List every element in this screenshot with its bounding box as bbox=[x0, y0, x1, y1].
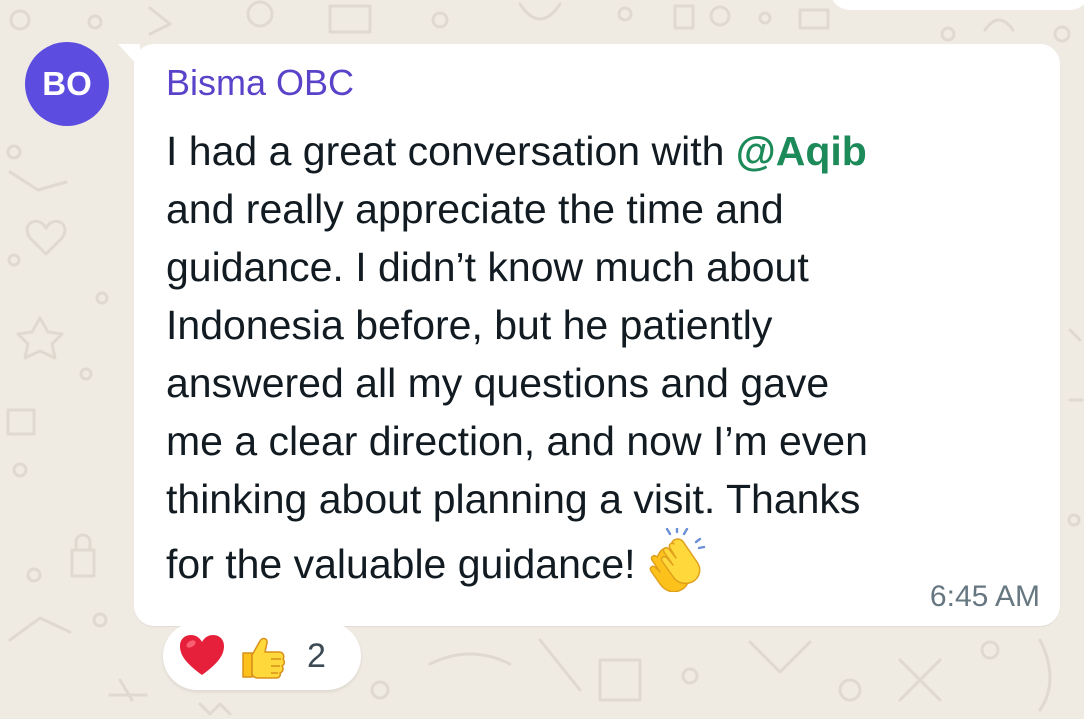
clapping-hands-icon bbox=[649, 528, 705, 592]
message-text: I had a great conversation with @Aqib an… bbox=[166, 122, 1036, 593]
message-line-8: for the valuable guidance! bbox=[166, 528, 1036, 593]
mention-link[interactable]: @Aqib bbox=[736, 128, 867, 174]
avatar-initials: BO bbox=[42, 65, 92, 102]
message-line-4: Indonesia before, but he patiently bbox=[166, 302, 773, 348]
red-heart-icon bbox=[180, 635, 224, 675]
reactions-pill[interactable]: 2 bbox=[163, 622, 361, 690]
avatar[interactable]: BO bbox=[25, 42, 109, 126]
message-line-6: me a clear direction, and now I’m even bbox=[166, 418, 868, 464]
message-line-1-text: I had a great conversation with bbox=[166, 128, 736, 174]
previous-message-bubble-edge bbox=[830, 0, 1084, 10]
thumbs-up-icon bbox=[242, 637, 286, 679]
message-timestamp: 6:45 AM bbox=[929, 580, 1040, 613]
message-line-3: guidance. I didn’t know much about bbox=[166, 244, 809, 290]
message-line-2: and really appreciate the time and bbox=[166, 186, 784, 232]
message-line-7: thinking about planning a visit. Thanks bbox=[166, 476, 861, 522]
message-line-8-text: for the valuable guidance! bbox=[166, 541, 636, 587]
reaction-count: 2 bbox=[307, 636, 326, 675]
message-line-1: I had a great conversation with @Aqib bbox=[166, 122, 1036, 180]
message-line-5: answered all my questions and gave bbox=[166, 360, 830, 406]
sender-name[interactable]: Bisma OBC bbox=[166, 62, 354, 104]
